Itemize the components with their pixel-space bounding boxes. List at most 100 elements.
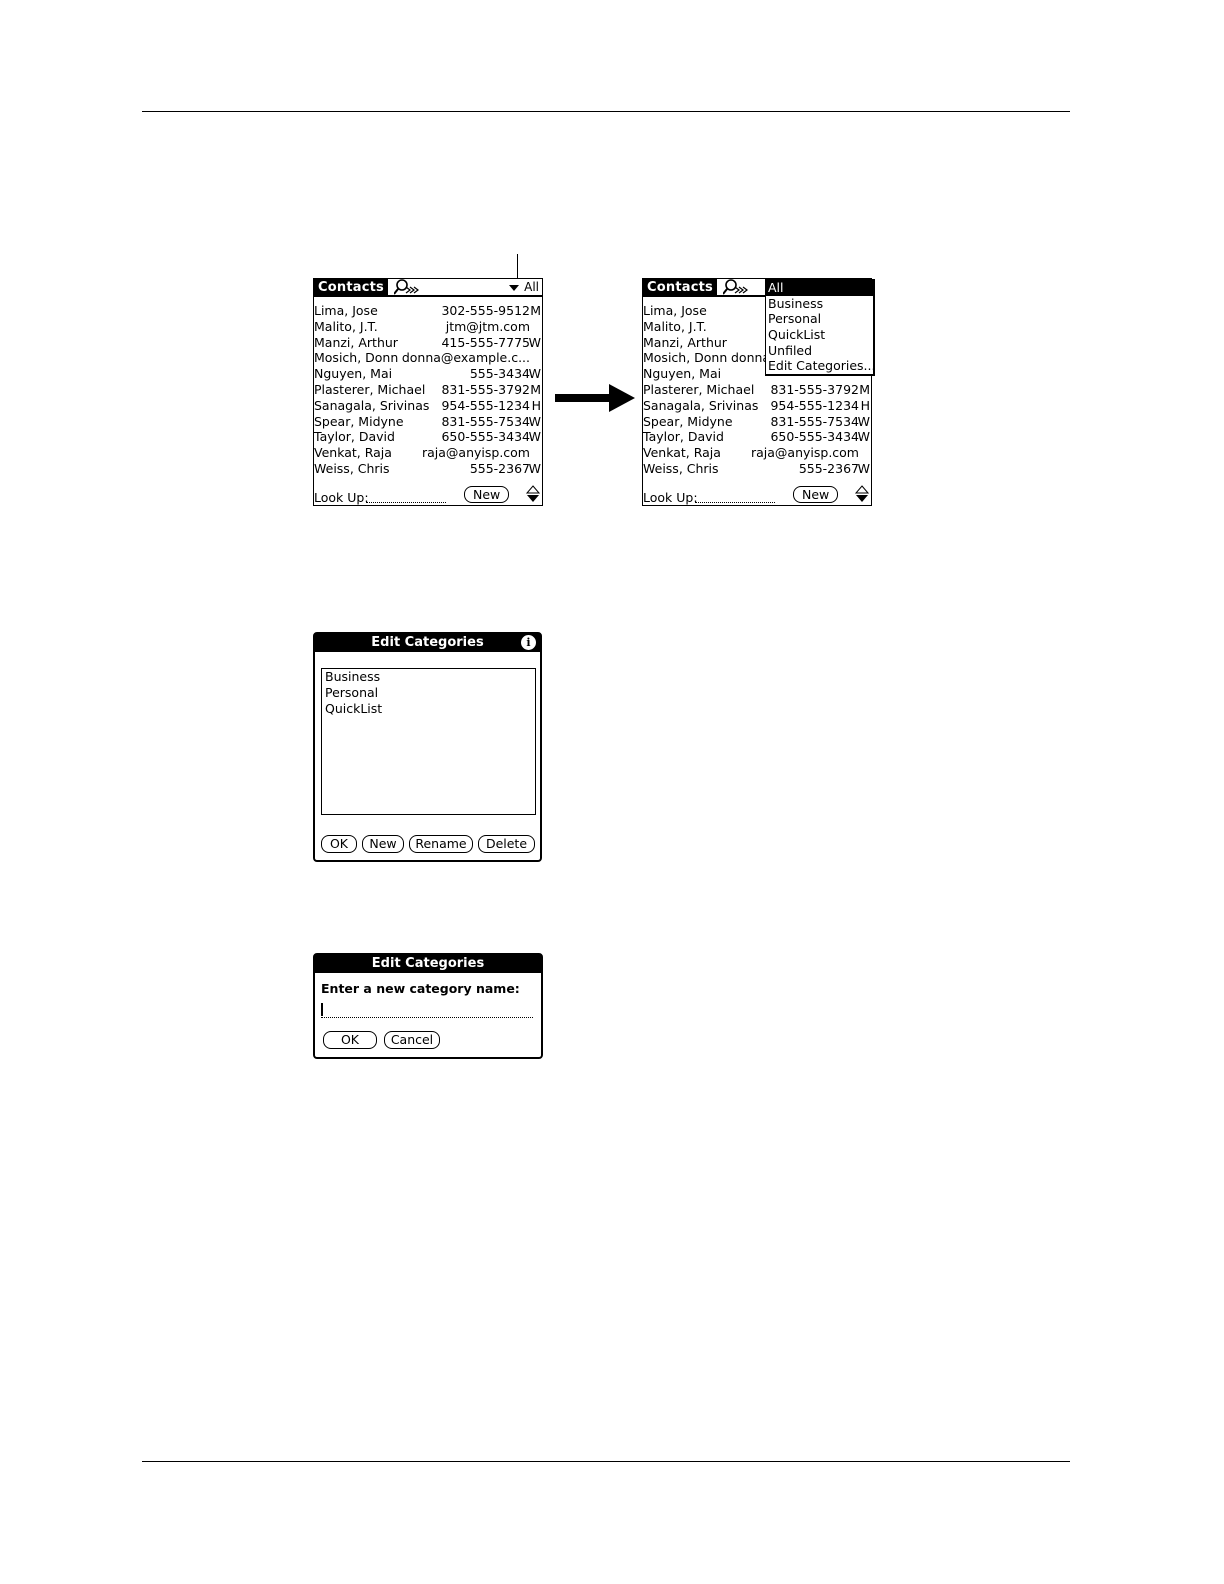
new-button[interactable]: New xyxy=(362,835,404,853)
edit-categories-dialog: Edit Categories i Business Personal Quic… xyxy=(313,632,542,862)
dialog-title: Edit Categories xyxy=(315,955,541,973)
list-item[interactable]: Mosich, Donn donna@example.c... xyxy=(314,350,542,366)
prompt-text: Enter a new category name: xyxy=(321,981,520,996)
contact-name: Venkat, Raja xyxy=(643,445,721,461)
list-item[interactable]: Weiss, Chris 555-2367 W xyxy=(643,461,871,477)
list-item[interactable]: Nguyen, Mai 555-3434 W xyxy=(314,366,542,382)
list-item[interactable]: Venkat, Raja raja@anyisp.com xyxy=(643,445,871,461)
contact-value: donna@example.c... xyxy=(401,350,530,366)
contact-value: 555-3434 xyxy=(469,366,530,382)
new-button[interactable]: New xyxy=(464,486,510,503)
delete-button[interactable]: Delete xyxy=(478,835,535,853)
new-button[interactable]: New xyxy=(793,486,839,503)
list-item[interactable]: Taylor, David 650-555-3434 W xyxy=(314,429,542,445)
contact-name: Lima, Jose xyxy=(314,303,378,318)
contact-name: Spear, Midyne xyxy=(643,413,733,429)
contact-value: 954-555-1234 xyxy=(441,397,530,413)
category-picker[interactable]: All xyxy=(509,279,539,295)
contact-name: Manzi, Arthur xyxy=(314,334,398,350)
list-item[interactable]: Sanagala, Srivinas 954-555-1234 H xyxy=(643,398,871,414)
cancel-button[interactable]: Cancel xyxy=(384,1031,440,1049)
contact-type: W xyxy=(528,413,541,429)
list-item[interactable]: Weiss, Chris 555-2367 W xyxy=(314,461,542,477)
contact-type: M xyxy=(859,381,870,397)
contact-name: Weiss, Chris xyxy=(643,460,719,476)
contact-type: W xyxy=(528,460,541,476)
contact-name: Weiss, Chris xyxy=(314,460,390,476)
contact-name: Mosich, Donn xyxy=(314,350,399,366)
lookup-icon[interactable] xyxy=(394,278,422,296)
category-name-input[interactable] xyxy=(321,1001,533,1018)
contact-name: Venkat, Raja xyxy=(314,445,392,461)
contacts-screen: Contacts All Lima, Jose 302-555-9512 M Mal… xyxy=(313,278,543,506)
list-item[interactable]: Sanagala, Srivinas 954-555-1234 H xyxy=(314,398,542,414)
contact-name: Sanagala, Srivinas xyxy=(314,397,430,413)
lookup-input[interactable] xyxy=(695,502,775,503)
menu-item-all[interactable]: All xyxy=(766,280,873,296)
scroll-arrows-icon[interactable] xyxy=(855,485,869,503)
list-item[interactable]: Business xyxy=(322,669,535,685)
category-list: Business Personal QuickList xyxy=(321,668,536,815)
info-icon[interactable]: i xyxy=(521,635,536,650)
menu-item-unfiled[interactable]: Unfiled xyxy=(766,343,873,359)
contact-type: M xyxy=(530,303,541,318)
list-item[interactable]: Plasterer, Michael 831-555-3792 M xyxy=(643,382,871,398)
contact-value: jtm@jtm.com xyxy=(445,318,530,334)
category-value: All xyxy=(524,280,539,294)
list-item[interactable]: Malito, J.T. jtm@jtm.com xyxy=(314,319,542,335)
lookup-input[interactable] xyxy=(366,502,446,503)
rename-button[interactable]: Rename xyxy=(409,835,473,853)
contact-value: 555-2367 xyxy=(798,460,859,476)
contact-type: W xyxy=(528,366,541,382)
menu-item-business[interactable]: Business xyxy=(766,296,873,312)
menu-item-quicklist[interactable]: QuickList xyxy=(766,327,873,343)
contact-value: 954-555-1234 xyxy=(770,397,859,413)
list-item[interactable]: Taylor, David 650-555-3434 W xyxy=(643,429,871,445)
list-item[interactable]: Plasterer, Michael 831-555-3792 M xyxy=(314,382,542,398)
scroll-arrows-icon[interactable] xyxy=(526,485,540,503)
contact-type: W xyxy=(528,429,541,445)
dialog-title: Edit Categories xyxy=(371,635,484,650)
contact-list: Lima, Jose 302-555-9512 M Malito, J.T. jtm@… xyxy=(314,303,542,477)
contact-value: 415-555-7775 xyxy=(441,334,530,350)
contact-type: M xyxy=(530,381,541,397)
contact-name: Malito, J.T. xyxy=(643,318,707,334)
contact-name: Malito, J.T. xyxy=(314,318,378,334)
list-item[interactable]: Spear, Midyne 831-555-7534 W xyxy=(314,414,542,430)
contact-name: Taylor, David xyxy=(314,429,395,445)
list-item[interactable]: Spear, Midyne 831-555-7534 W xyxy=(643,414,871,430)
contacts-screen-menu-open: Contacts Lima, Jose Malito, J.T. Manzi, … xyxy=(642,278,875,506)
menu-item-edit-categories[interactable]: Edit Categories... xyxy=(766,358,875,374)
footer-rule xyxy=(142,1461,1070,1462)
new-category-dialog: Edit Categories Enter a new category nam… xyxy=(313,953,543,1059)
contact-value: raja@anyisp.com xyxy=(421,445,530,461)
list-item[interactable]: QuickList xyxy=(322,701,535,717)
lookup-icon[interactable] xyxy=(723,278,751,296)
contact-value: 555-2367 xyxy=(469,460,530,476)
contact-name: Mosich, Donn xyxy=(643,350,728,366)
menu-item-personal[interactable]: Personal xyxy=(766,311,873,327)
contact-value: 302-555-9512 xyxy=(441,303,530,318)
contact-name: Spear, Midyne xyxy=(314,413,404,429)
contact-name: Nguyen, Mai xyxy=(314,366,393,382)
list-item[interactable]: Venkat, Raja raja@anyisp.com xyxy=(314,445,542,461)
contact-name: Lima, Jose xyxy=(643,303,707,318)
list-item[interactable]: Personal xyxy=(322,685,535,701)
text-cursor xyxy=(321,1003,323,1016)
lookup-label: Look Up: xyxy=(314,490,369,505)
list-item[interactable]: Lima, Jose 302-555-9512 M xyxy=(314,303,542,319)
ok-button[interactable]: OK xyxy=(321,835,357,853)
contact-value: 831-555-3792 xyxy=(441,381,530,397)
contact-type: H xyxy=(531,397,541,413)
contact-value: 650-555-3434 xyxy=(770,429,859,445)
contact-name: Taylor, David xyxy=(643,429,724,445)
category-menu: All Business Personal QuickList Unfiled … xyxy=(765,279,875,377)
contact-value: 831-555-7534 xyxy=(770,413,859,429)
contact-type: W xyxy=(857,460,870,476)
list-item[interactable]: Manzi, Arthur 415-555-7775 W xyxy=(314,335,542,351)
contact-name: Plasterer, Michael xyxy=(314,381,426,397)
contact-value: 650-555-3434 xyxy=(441,429,530,445)
dropdown-arrow-icon xyxy=(509,284,520,291)
contact-name: Manzi, Arthur xyxy=(643,334,727,350)
ok-button[interactable]: OK xyxy=(323,1031,377,1049)
